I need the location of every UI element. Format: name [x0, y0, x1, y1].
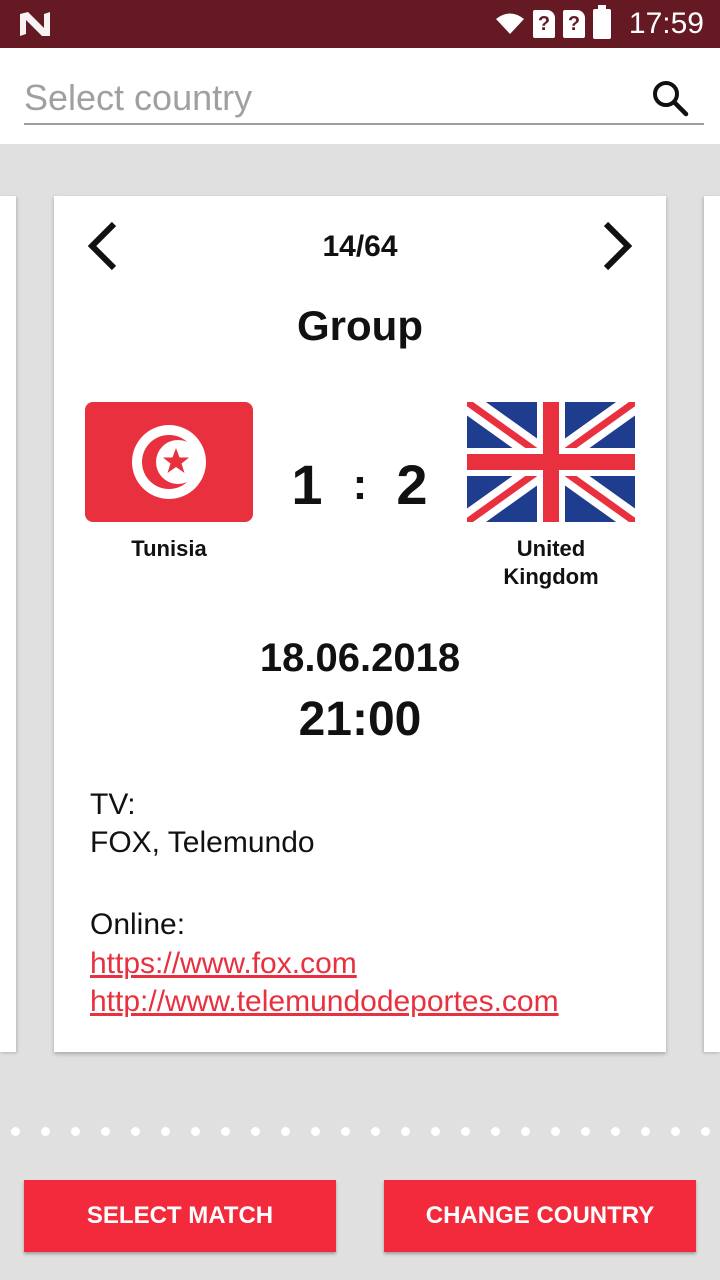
pager-dot [161, 1127, 170, 1136]
match-stage: Group [297, 302, 423, 349]
tv-channels: FOX, Telemundo [90, 826, 315, 859]
pager-dot [551, 1127, 560, 1136]
notification-n-icon [20, 12, 50, 36]
pager-dots [0, 1124, 720, 1140]
home-team-name: Tunisia [131, 536, 207, 561]
pager-dot [11, 1127, 20, 1136]
pager-dot [41, 1127, 50, 1136]
tv-label: TV: [90, 788, 136, 821]
pager-dot [581, 1127, 590, 1136]
clock: 17:59 [628, 7, 704, 40]
chevron-right-icon[interactable] [596, 218, 636, 274]
uk-flag-icon [467, 402, 635, 522]
pager-dot [641, 1127, 650, 1136]
pager-dot [431, 1127, 440, 1136]
online-label: Online: [90, 908, 186, 941]
select-match-button[interactable]: SELECT MATCH [24, 1180, 336, 1252]
search-underline [24, 123, 704, 125]
pager-dot [131, 1127, 140, 1136]
pager-dot [611, 1127, 620, 1136]
search-icon[interactable] [650, 78, 690, 118]
pager-dot [71, 1127, 80, 1136]
online-link-telemundo[interactable]: http://www.telemundodeportes.com [90, 983, 559, 1021]
online-link-fox[interactable]: https://www.fox.com [90, 945, 357, 983]
score-separator: : [352, 460, 368, 509]
away-team-name: United Kingdom [503, 536, 599, 589]
wifi-icon [495, 13, 524, 34]
pager-dot [191, 1127, 200, 1136]
away-score: 2 [396, 453, 428, 516]
pager-dot [251, 1127, 260, 1136]
match-counter: 14/64 [322, 230, 398, 263]
pager-dot [221, 1127, 230, 1136]
search-bar [0, 48, 720, 144]
tunisia-flag-icon [85, 402, 253, 522]
battery-icon [592, 5, 611, 39]
match-date: 18.06.2018 [259, 636, 461, 680]
pager-dot [281, 1127, 290, 1136]
pager-dot [671, 1127, 680, 1136]
change-country-button[interactable]: CHANGE COUNTRY [384, 1180, 696, 1252]
search-input[interactable] [24, 70, 644, 126]
pager-dot [401, 1127, 410, 1136]
status-bar: ? ? 17:59 [0, 0, 720, 48]
pager-dot [521, 1127, 530, 1136]
sim1-icon: ? [532, 10, 555, 38]
sim2-icon: ? [562, 10, 585, 38]
home-score: 1 [291, 453, 323, 516]
pager-dot [461, 1127, 470, 1136]
pager-dot [311, 1127, 320, 1136]
pager-dot [341, 1127, 350, 1136]
pager-dot [371, 1127, 380, 1136]
pager-dot [491, 1127, 500, 1136]
match-time: 21:00 [298, 693, 422, 746]
pager-dot [701, 1127, 710, 1136]
previous-card-peek[interactable] [0, 196, 16, 1052]
pager-dot [101, 1127, 110, 1136]
next-card-peek[interactable] [704, 196, 720, 1052]
match-card: 14/64 Group 1 : 2 Tunisia United Kingdom… [54, 196, 666, 1052]
